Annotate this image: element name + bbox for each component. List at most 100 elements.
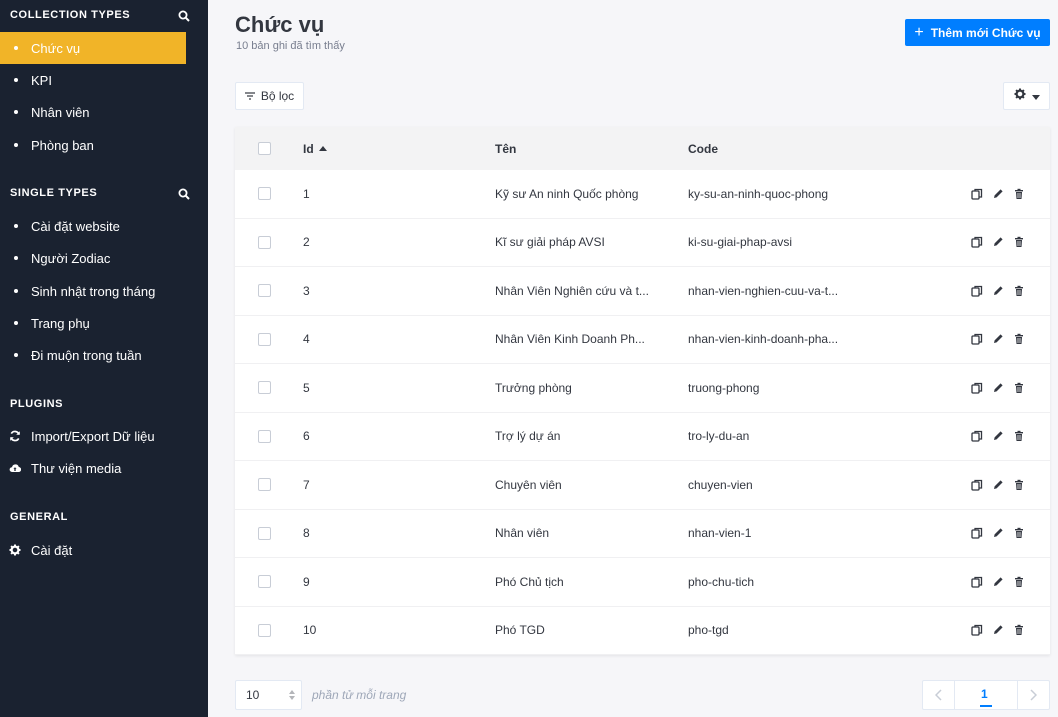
sidebar-item-label: Trang phụ [31,315,90,331]
search-icon[interactable] [178,187,190,200]
caret-down-icon [1031,87,1040,105]
trash-icon[interactable] [1013,333,1025,345]
sidebar-item-media-library[interactable]: Thư viện media [0,452,186,484]
sidebar-item-import-export[interactable]: Import/Export Dữ liệu [0,420,186,452]
select-all-checkbox[interactable] [258,142,271,155]
table-row[interactable]: 7 Chuyên viên chuyen-vien [235,461,1050,510]
trash-icon[interactable] [1013,624,1025,636]
column-name[interactable]: Tên [495,127,516,170]
edit-icon[interactable] [992,527,1004,539]
cell-name: Nhân Viên Nghiên cứu và t... [495,283,649,298]
prev-page-button[interactable] [923,681,955,709]
sidebar-item-cai-dat-website[interactable]: Cài đặt website [0,210,186,242]
search-icon[interactable] [178,9,190,22]
trash-icon[interactable] [1013,576,1025,588]
column-code[interactable]: Code [688,127,718,170]
table-settings-button[interactable] [1003,82,1050,110]
edit-icon[interactable] [992,285,1004,297]
cell-code: nhan-vien-kinh-doanh-pha... [688,332,839,347]
duplicate-icon[interactable] [971,576,983,588]
row-checkbox[interactable] [258,623,271,637]
chevron-right-icon [1030,689,1037,701]
row-checkbox[interactable] [258,187,271,200]
row-actions [971,170,1025,218]
sidebar-item-settings[interactable]: Cài đặt [0,534,186,566]
column-id[interactable]: Id [303,127,327,170]
trash-icon[interactable] [1013,430,1025,442]
add-new-button[interactable]: + Thêm mới Chức vụ [905,19,1050,46]
cell-id: 7 [303,477,310,492]
sidebar-item-label: Chức vụ [31,40,81,56]
sidebar-item-kpi[interactable]: KPI [0,64,186,96]
duplicate-icon[interactable] [971,333,983,345]
trash-icon[interactable] [1013,479,1025,491]
trash-icon[interactable] [1013,188,1025,200]
row-checkbox[interactable] [258,478,271,491]
edit-icon[interactable] [992,576,1004,588]
duplicate-icon[interactable] [971,236,983,248]
next-page-button[interactable] [1017,681,1049,709]
table-row[interactable]: 10 Phó TGD pho-tgd [235,607,1050,655]
cell-id: 10 [303,623,317,638]
sidebar-item-trang-phu[interactable]: Trang phụ [0,307,186,339]
sidebar-item-nguoi-zodiac[interactable]: Người Zodiac [0,242,186,274]
trash-icon[interactable] [1013,285,1025,297]
edit-icon[interactable] [992,430,1004,442]
table-row[interactable]: 3 Nhân Viên Nghiên cứu và t... nhan-vien-n… [235,267,1050,316]
row-actions [971,558,1025,606]
sidebar-item-chuc-vu[interactable]: Chức vụ [0,32,186,64]
trash-icon[interactable] [1013,382,1025,394]
bullet-icon [14,321,18,325]
row-checkbox[interactable] [258,284,271,297]
edit-icon[interactable] [992,479,1004,491]
table-row[interactable]: 4 Nhân Viên Kinh Doanh Ph... nhan-vien-kin… [235,316,1050,364]
row-checkbox[interactable] [258,429,271,443]
table-row[interactable]: 1 Kỹ sư An ninh Quốc phòng ky-su-an-ninh-q… [235,170,1050,219]
sidebar-item-label: Phòng ban [31,137,94,153]
cell-id: 3 [303,283,310,298]
duplicate-icon[interactable] [971,430,983,442]
cell-code: tro-ly-du-an [688,429,750,444]
cell-id: 6 [303,429,310,444]
sidebar-item-sinh-nhat[interactable]: Sinh nhật trong tháng [0,275,186,307]
duplicate-icon[interactable] [971,285,983,297]
cell-code: truong-phong [688,380,760,395]
row-checkbox[interactable] [258,526,271,540]
filter-icon [244,89,255,103]
edit-icon[interactable] [992,236,1004,248]
sidebar-item-nhan-vien[interactable]: Nhân viên [0,96,186,128]
table-row[interactable]: 5 Trưởng phòng truong-phong [235,364,1050,413]
row-checkbox[interactable] [258,235,271,249]
edit-icon[interactable] [992,188,1004,200]
duplicate-icon[interactable] [971,624,983,636]
sync-icon [9,430,21,442]
duplicate-icon[interactable] [971,479,983,491]
table-row[interactable]: 8 Nhân viên nhan-vien-1 [235,510,1050,558]
edit-icon[interactable] [992,624,1004,636]
per-page-value: 10 [246,688,260,702]
gear-icon [1014,87,1026,105]
per-page-select[interactable]: 10 [235,680,302,710]
row-checkbox[interactable] [258,575,271,588]
duplicate-icon[interactable] [971,382,983,394]
sidebar-item-di-muon[interactable]: Đi muộn trong tuần [0,339,186,371]
row-checkbox[interactable] [258,332,271,346]
sidebar-item-phong-ban[interactable]: Phòng ban [0,129,186,161]
general-title: GENERAL [10,511,68,523]
table-row[interactable]: 2 Kĩ sư giải pháp AVSI ki-su-giai-phap-avs… [235,219,1050,267]
duplicate-icon[interactable] [971,188,983,200]
trash-icon[interactable] [1013,236,1025,248]
table-row[interactable]: 9 Phó Chủ tịch pho-chu-tich [235,558,1050,607]
trash-icon[interactable] [1013,527,1025,539]
duplicate-icon[interactable] [971,527,983,539]
edit-icon[interactable] [992,382,1004,394]
current-page[interactable]: 1 [981,687,988,701]
cell-code: nhan-vien-nghien-cuu-va-t... [688,283,839,298]
edit-icon[interactable] [992,333,1004,345]
row-actions [971,461,1025,509]
cell-id: 1 [303,186,310,201]
table-row[interactable]: 6 Trợ lý dự án tro-ly-du-an [235,413,1050,461]
row-checkbox[interactable] [258,381,271,394]
filter-button[interactable]: Bộ lọc [235,82,304,110]
select-arrows-icon [289,690,295,700]
